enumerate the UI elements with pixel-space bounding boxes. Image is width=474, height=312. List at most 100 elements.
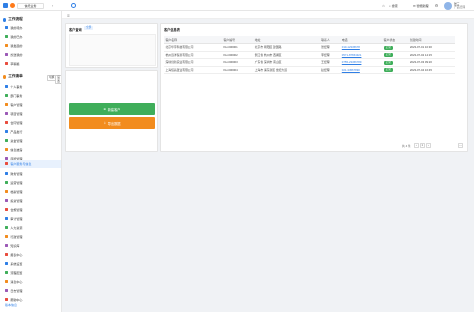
sidebar-item-label: 行政管理	[10, 234, 23, 239]
chevron-left-icon[interactable]: ‹	[50, 3, 55, 8]
table-cell: 上海市 浦东新区 世纪大道	[252, 66, 320, 74]
sidebar-item-12[interactable]: 信息披露	[0, 146, 61, 154]
sidebar-item-17[interactable]: 档案管理	[0, 188, 61, 196]
phone-link[interactable]: 0571-87654321	[339, 51, 382, 59]
sidebar-item-22[interactable]: 行政管理	[0, 233, 61, 241]
sidebar-item-1[interactable]: 我的已办	[0, 33, 61, 41]
table-row[interactable]: 北京华宇科技有限公司 KH-000001 北京市 朝阳区 建国路 张经理 010-123…	[163, 43, 455, 52]
sidebar-item-icon	[5, 262, 9, 266]
sidebar-item-20[interactable]: 审计管理	[0, 215, 61, 223]
sidebar-item-label: 系统设置	[10, 261, 23, 266]
sidebar-item-25[interactable]: 系统设置	[0, 260, 61, 268]
settings-icon[interactable]: ⚙	[434, 3, 439, 8]
app-title[interactable]: 信托业务	[17, 2, 44, 9]
new-customer-button[interactable]: ⊕ 新建客户	[69, 103, 155, 115]
sidebar-item-label: 日志管理	[10, 288, 23, 293]
sidebar-item-icon	[5, 130, 9, 134]
column-header: 地址	[252, 36, 320, 44]
sidebar-item-18[interactable]: 投资管理	[0, 197, 61, 205]
sidebar-item-icon	[5, 208, 9, 212]
sidebar-item-label: 合同管理	[10, 120, 23, 125]
sidebar-item-label: 客户管理	[10, 102, 23, 107]
sidebar-footer[interactable]: 版本信息	[5, 303, 17, 307]
total-count: 共 4 条	[402, 143, 411, 148]
home-icon[interactable]	[71, 3, 76, 8]
sidebar-item-16[interactable]: 运营管理	[0, 179, 61, 187]
table-row[interactable]: 杭州远洋贸易有限公司 KH-000002 浙江省 杭州市 西湖区 李经理 0571-87…	[163, 51, 455, 59]
app-logo-icon	[3, 3, 8, 8]
export-button[interactable]: ⇩ 导出数据	[69, 117, 155, 129]
sidebar-item-label: 人力资源	[10, 225, 23, 230]
search-input-area[interactable]	[69, 34, 156, 66]
user-info[interactable]: 张三 产品经理	[454, 2, 465, 9]
sidebar-item-6[interactable]: 部门事务	[0, 92, 61, 100]
table-cell: 赵经理	[319, 66, 340, 74]
sidebar-item-2[interactable]: 我发起的	[0, 42, 61, 50]
table-cell: 上海恒昌置业有限公司	[163, 66, 222, 74]
sidebar-item-icon	[5, 53, 9, 57]
sidebar-item-27[interactable]: 消息中心	[0, 278, 61, 286]
sidebar-item-4[interactable]: 草稿箱	[0, 60, 61, 68]
table-cell: 王经理	[319, 58, 340, 67]
table-cell: KH-000003	[221, 58, 253, 67]
sidebar-item-9[interactable]: 合同管理	[0, 119, 61, 127]
sidebar-item-24[interactable]: 报表中心	[0, 251, 61, 259]
sidebar-item-label: 帮助中心	[10, 297, 23, 302]
sidebar-item-label: 客户服务与信息	[10, 161, 32, 166]
sidebar-section-0[interactable]: 工作流程	[0, 16, 61, 24]
sidebar-item-icon	[5, 94, 9, 98]
table-cell: 2023-07-01 10:30	[407, 43, 455, 52]
phone-link[interactable]: 010-12345678	[339, 43, 382, 52]
sidebar-item-label: 运营管理	[10, 180, 23, 185]
sidebar-item-7[interactable]: 客户管理	[0, 101, 61, 109]
search-icon: ⌕	[389, 3, 391, 8]
filter-tag[interactable]: 全部	[84, 26, 94, 30]
sidebar-item-label: 草稿箱	[10, 61, 20, 66]
sidebar-item-8[interactable]: 项目管理	[0, 110, 61, 118]
sidebar-item-0[interactable]: 我的待办	[0, 24, 61, 32]
table-cell: 2023-07-03 09:20	[407, 58, 455, 67]
sidebar-item-label: 知识库	[10, 243, 20, 248]
sidebar-item-21[interactable]: 人力资源	[0, 224, 61, 232]
sidebar-item-5[interactable]: 个人事务	[0, 83, 61, 91]
sidebar-item-14[interactable]: 客户服务与信息	[0, 160, 61, 168]
sidebar-item-icon	[5, 181, 9, 185]
table-cell: 张经理	[319, 43, 340, 52]
menu-collapse-icon[interactable]: ≡	[67, 13, 70, 18]
sidebar-item-label: 我的已办	[10, 34, 23, 39]
phone-link[interactable]: 021-34567890	[339, 66, 382, 74]
assistant-button[interactable]: ✉ 智能助理	[413, 3, 429, 8]
phone-link[interactable]: 0755-23456789	[339, 58, 382, 67]
sidebar-item-label: 项目管理	[10, 111, 23, 116]
table-row[interactable]: 深圳创新实业有限公司 KH-000003 广东省 深圳市 南山区 王经理 0755-23…	[163, 58, 455, 67]
sidebar-item-icon	[5, 35, 9, 39]
sidebar-item-label: 抄送我的	[10, 52, 23, 57]
search-button[interactable]: ⌕ 搜索	[389, 3, 398, 8]
sidebar-item-11[interactable]: 资金管理	[0, 137, 61, 145]
sidebar-item-28[interactable]: 日志管理	[0, 287, 61, 295]
sidebar-item-label: 我发起的	[10, 43, 23, 48]
table-cell: KH-000002	[221, 51, 253, 59]
sidebar-item-3[interactable]: 抄送我的	[0, 51, 61, 59]
sidebar-item-23[interactable]: 知识库	[0, 242, 61, 250]
table-row[interactable]: 上海恒昌置业有限公司 KH-000004 上海市 浦东新区 世纪大道 赵经理 021-3…	[163, 66, 455, 74]
status-cell: 正常	[381, 58, 408, 67]
sidebar-item-label: 我的待办	[10, 25, 23, 30]
next-page-icon[interactable]: ›	[426, 143, 431, 148]
more-icon[interactable]: ⋯	[458, 143, 463, 148]
sidebar-item-10[interactable]: 产品发行	[0, 128, 61, 136]
table-cell: 浙江省 杭州市 西湖区	[252, 51, 320, 59]
new-customer-label: 新建客户	[107, 107, 121, 112]
sidebar-item-icon	[5, 253, 9, 257]
sidebar-item-26[interactable]: 流程配置	[0, 269, 61, 277]
column-header: 创建时间	[407, 36, 455, 44]
sidebar-item-15[interactable]: 财务管理	[0, 170, 61, 178]
table-cell: 2023-07-02 14:15	[407, 51, 455, 59]
prev-page-icon[interactable]: ‹	[414, 143, 419, 148]
page-1-button[interactable]: 1	[420, 143, 425, 148]
sidebar-item-19[interactable]: 合规管理	[0, 206, 61, 214]
sidebar-item-label: 资金管理	[10, 138, 23, 143]
user-avatar[interactable]	[444, 1, 452, 10]
message-icon[interactable]: ⌂	[381, 3, 386, 8]
table-cell: 杭州远洋贸易有限公司	[163, 51, 222, 59]
